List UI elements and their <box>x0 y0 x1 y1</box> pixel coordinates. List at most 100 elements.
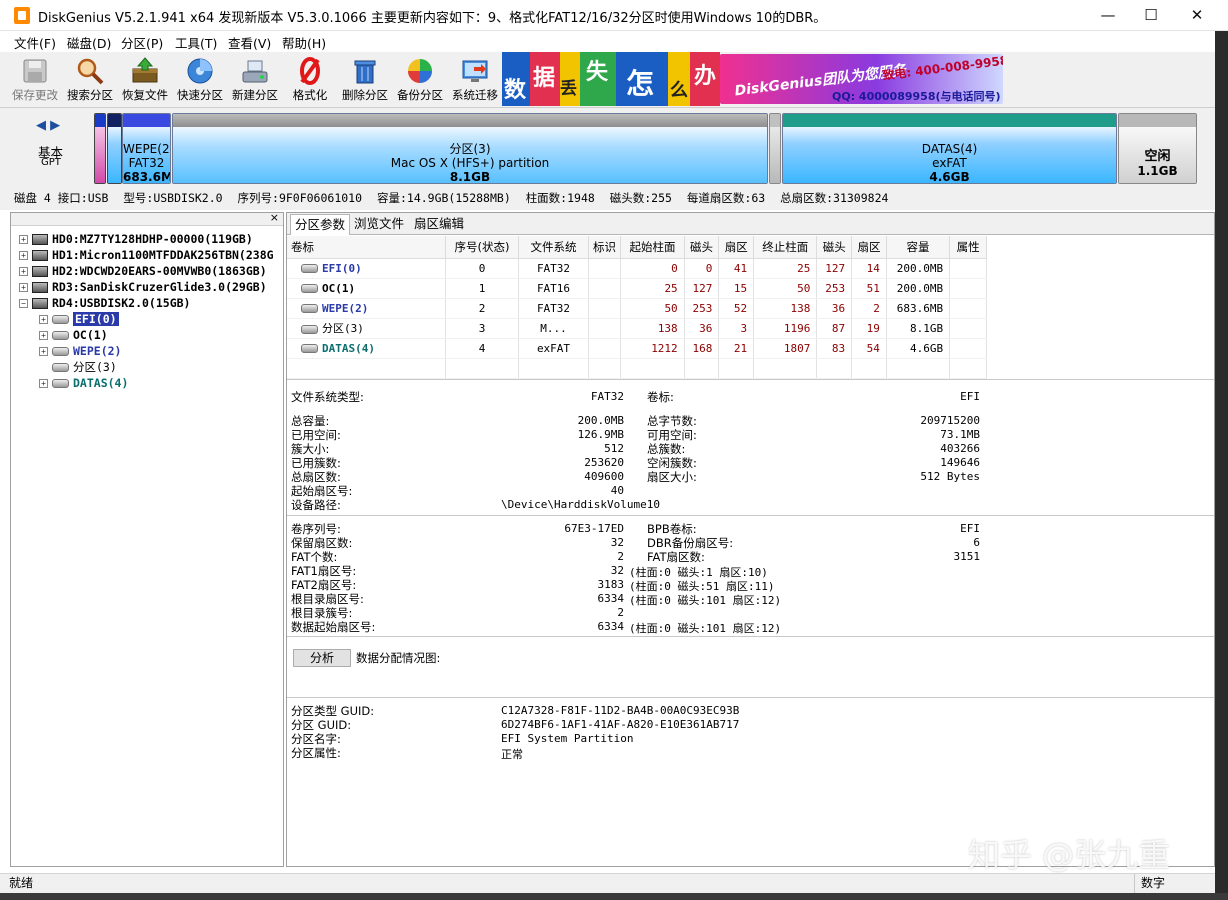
expand-icon[interactable]: + <box>19 235 28 244</box>
expand-icon[interactable]: + <box>39 331 48 340</box>
tree-disk-rd3[interactable]: + RD3:SanDiskCruzerGlide3.0(29GB) <box>19 279 267 295</box>
menu-file[interactable]: 文件(F) <box>14 33 56 52</box>
col-filesystem[interactable]: 文件系统 <box>518 236 589 259</box>
bpb-left-7-value: 6334 <box>597 620 625 633</box>
cell-es: 2 <box>851 298 887 319</box>
cell-fs: FAT32 <box>518 258 589 279</box>
cell-sc: 0 <box>620 258 685 279</box>
table-row[interactable]: 分区(3) 3 M... 138 36 3 1196 87 19 8.1GB <box>287 318 987 339</box>
fs-right-2-value: 403266 <box>940 442 980 455</box>
backup-partition-button[interactable]: 备份分区 <box>393 54 447 106</box>
delete-partition-button[interactable]: 删除分区 <box>338 54 392 106</box>
disk-icon <box>32 282 48 293</box>
expand-icon[interactable]: + <box>19 251 28 260</box>
menu-disk[interactable]: 磁盘(D) <box>67 33 111 52</box>
format-label: 格式化 <box>292 88 328 102</box>
partition-block-efi[interactable] <box>94 113 106 184</box>
partition-icon <box>52 315 69 324</box>
menu-help[interactable]: 帮助(H) <box>282 33 326 52</box>
table-row[interactable]: DATAS(4) 4 exFAT 1212 168 21 1807 83 54 4.6GB <box>287 338 987 359</box>
bpb-right-0-value: EFI <box>960 522 980 535</box>
tree-disk-hd0[interactable]: + HD0:MZ7TY128HDHP-00000(119GB) <box>19 231 253 247</box>
expand-icon[interactable]: + <box>39 347 48 356</box>
tree-header: × <box>11 211 283 226</box>
detail-panel: 分区参数 浏览文件 扇区编辑 卷标 序号(状态) 文件系统 标识 起始柱面 磁头… <box>286 212 1215 867</box>
system-migrate-button[interactable]: 系统迁移 <box>448 54 502 106</box>
tab-sector-edit[interactable]: 扇区编辑 <box>410 214 468 235</box>
new-partition-button[interactable]: 新建分区 <box>228 54 282 106</box>
tree-partition-hfs[interactable]: 分区(3) <box>39 359 117 375</box>
cell-sc: 138 <box>620 318 685 339</box>
menu-partition[interactable]: 分区(P) <box>121 33 163 52</box>
col-index[interactable]: 序号(状态) <box>445 236 520 259</box>
col-end-sector[interactable]: 扇区 <box>851 236 887 259</box>
cell-vol-text: OC(1) <box>322 281 356 295</box>
expand-icon[interactable]: + <box>19 267 28 276</box>
col-flag[interactable]: 标识 <box>588 236 622 259</box>
bpb-left-2-value: 2 <box>617 550 624 563</box>
tree-partition-datas[interactable]: + DATAS(4) <box>39 375 128 391</box>
table-row[interactable]: EFI(0) 0 FAT32 0 0 41 25 127 14 200.0MB <box>287 258 987 279</box>
analyze-button[interactable]: 分析 <box>293 649 351 667</box>
cell-vol: 分区(3) <box>287 318 446 339</box>
tree-partition-wepe[interactable]: + WEPE(2) <box>39 343 121 359</box>
partition-block-oc[interactable] <box>107 113 122 184</box>
quick-partition-button[interactable]: 快速分区 <box>173 54 227 106</box>
close-button[interactable]: ✕ <box>1174 0 1220 31</box>
tree-disk-hd2[interactable]: + HD2:WDCWD20EARS-00MVWB0(1863GB) <box>19 263 267 279</box>
tab-browse-files[interactable]: 浏览文件 <box>350 214 408 235</box>
tab-partition-params[interactable]: 分区参数 <box>290 214 351 235</box>
chs-address: (柱面:0 磁头:101 扇区:12) <box>629 622 782 635</box>
watermark: 知乎 @张九重 <box>968 836 1171 874</box>
tree-disk-hd1[interactable]: + HD1:Micron1100MTFDDAK256TBN(238G <box>19 247 274 263</box>
table-row[interactable]: OC(1) 1 FAT16 25 127 15 50 253 51 200.0MB <box>287 278 987 299</box>
col-end-cyl[interactable]: 终止柱面 <box>753 236 818 259</box>
partition-block-gap[interactable] <box>769 113 781 184</box>
partition-block-wepe[interactable]: WEPE(2) FAT32 683.6MB <box>122 113 171 184</box>
disk-info-interface: 磁盘 4 接口:USB <box>14 191 109 205</box>
segment-datas-name: DATAS(4) <box>921 142 978 156</box>
cell-flag <box>588 318 622 339</box>
volume-label-label: 卷标: <box>647 390 674 404</box>
collapse-icon[interactable]: − <box>19 299 28 308</box>
col-volume[interactable]: 卷标 <box>287 236 446 259</box>
col-start-cyl[interactable]: 起始柱面 <box>620 236 685 259</box>
tree-disk-rd4[interactable]: − RD4:USBDISK2.0(15GB) <box>19 295 190 311</box>
tree-partition-oc[interactable]: + OC(1) <box>39 327 108 343</box>
menu-view[interactable]: 查看(V) <box>228 33 271 52</box>
col-start-head[interactable]: 磁头 <box>684 236 720 259</box>
cell-sh: 168 <box>684 338 720 359</box>
data-distribution-label: 数据分配情况图: <box>356 651 441 665</box>
tree-disk-label: RD3:SanDiskCruzerGlide3.0(29GB) <box>52 280 267 294</box>
save-changes-button[interactable]: 保存更改 <box>8 54 62 106</box>
cell-fs: FAT32 <box>518 298 589 319</box>
menu-tools[interactable]: 工具(T) <box>175 33 217 52</box>
tree-partition-efi[interactable]: + EFI(0) <box>39 311 119 327</box>
volume-label-value: EFI <box>960 390 980 403</box>
segment-datas-fs: exFAT <box>932 156 967 170</box>
partition-block-datas[interactable]: DATAS(4) exFAT 4.6GB <box>782 113 1117 184</box>
expand-icon[interactable]: + <box>19 283 28 292</box>
maximize-button[interactable]: ☐ <box>1128 0 1174 31</box>
expand-icon[interactable]: + <box>39 379 48 388</box>
divider <box>287 515 1214 516</box>
disk-info-heads: 磁头数:255 <box>609 191 672 205</box>
cell-eh: 36 <box>816 298 853 319</box>
ad-banner[interactable]: 数 据 丢 失 怎 么 办 DiskGenius团队为您服务 致电: 400-0… <box>502 52 1003 106</box>
recover-files-button[interactable]: 恢复文件 <box>118 54 172 106</box>
format-button[interactable]: 格式化 <box>283 54 337 106</box>
col-attribute[interactable]: 属性 <box>949 236 987 259</box>
partition-block-hfs[interactable]: 分区(3) Mac OS X (HFS+) partition 8.1GB <box>172 113 768 184</box>
search-partition-button[interactable]: 搜索分区 <box>63 54 117 106</box>
col-capacity[interactable]: 容量 <box>886 236 951 259</box>
col-start-sector[interactable]: 扇区 <box>718 236 755 259</box>
minimize-button[interactable]: — <box>1085 0 1131 31</box>
col-end-head[interactable]: 磁头 <box>816 236 853 259</box>
partition-block-free[interactable]: 空闲 1.1GB <box>1118 113 1197 184</box>
table-row[interactable]: WEPE(2) 2 FAT32 50 253 52 138 36 2 683.6MB <box>287 298 987 319</box>
recover-files-label: 恢复文件 <box>122 88 168 102</box>
disk-tree-panel: × + HD0:MZ7TY128HDHP-00000(119GB) + HD1:Mi… <box>10 211 284 867</box>
disk-nav-arrows[interactable]: ◀ ▶ <box>36 118 60 133</box>
tree-close-icon[interactable]: × <box>270 211 279 224</box>
expand-icon[interactable]: + <box>39 315 48 324</box>
